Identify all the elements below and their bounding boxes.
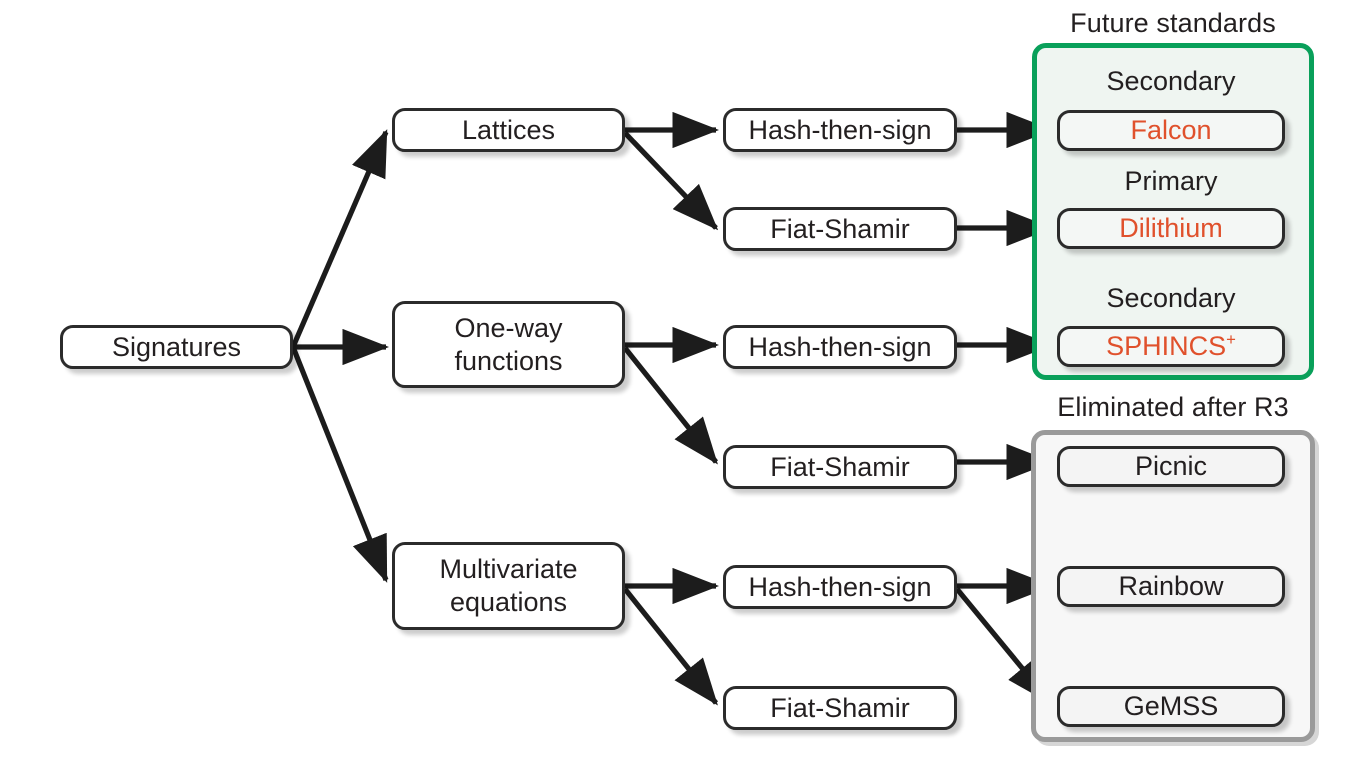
node-hash-then-sign-one-way-functions[interactable]: Hash-then-sign <box>723 325 957 369</box>
node-lattices-label: Lattices <box>461 114 556 145</box>
node-method-label: Fiat-Shamir <box>770 213 910 244</box>
node-fiat-shamir-lattices[interactable]: Fiat-Shamir <box>723 207 957 251</box>
node-dilithium-label: Dilithium <box>1119 213 1223 244</box>
node-falcon[interactable]: Falcon <box>1057 110 1285 151</box>
node-sphincs-plus-label: SPHINCS+ <box>1106 330 1236 362</box>
sublabel-dilithium-primary: Primary <box>1124 166 1218 196</box>
node-gemss-label: GeMSS <box>1123 691 1219 722</box>
node-picnic-label: Picnic <box>1134 451 1208 482</box>
diagram-canvas: Future standards Eliminated after R3 Sec… <box>0 0 1348 766</box>
node-one-way-functions[interactable]: One-way functions <box>392 301 625 388</box>
node-hash-then-sign-multivariate-equations[interactable]: Hash-then-sign <box>723 565 957 609</box>
node-signatures[interactable]: Signatures <box>60 325 293 369</box>
node-hash-then-sign-lattices[interactable]: Hash-then-sign <box>723 108 957 152</box>
node-gemss[interactable]: GeMSS <box>1057 686 1285 727</box>
node-method-label: Hash-then-sign <box>748 331 932 362</box>
node-rainbow-label: Rainbow <box>1118 571 1224 602</box>
edge-one-way-functions-to-fiat-shamir <box>622 346 719 465</box>
node-lattices[interactable]: Lattices <box>392 108 625 152</box>
node-fiat-shamir-multivariate-equations[interactable]: Fiat-Shamir <box>723 686 957 730</box>
edge-lattices-to-fiat-shamir <box>623 131 719 231</box>
node-method-label: Hash-then-sign <box>748 571 932 602</box>
node-multivariate-equations-label: Multivariate equations <box>439 554 578 617</box>
node-method-label: Fiat-Shamir <box>770 451 910 482</box>
node-picnic[interactable]: Picnic <box>1057 446 1285 487</box>
node-method-label: Fiat-Shamir <box>770 692 910 723</box>
sublabel-falcon-secondary: Secondary <box>1106 66 1236 96</box>
sphincs-superscript: + <box>1226 330 1236 350</box>
node-signatures-label: Signatures <box>111 331 242 362</box>
node-multivariate-equations[interactable]: Multivariate equations <box>392 542 625 630</box>
node-one-way-functions-label: One-way functions <box>454 312 563 376</box>
panel-future-standards-title: Future standards <box>1070 8 1276 38</box>
node-fiat-shamir-one-way-functions[interactable]: Fiat-Shamir <box>723 445 957 489</box>
node-method-label: Hash-then-sign <box>748 114 932 145</box>
node-rainbow[interactable]: Rainbow <box>1057 566 1285 607</box>
edge-signatures-to-multivariate-equations <box>290 346 389 583</box>
node-dilithium[interactable]: Dilithium <box>1057 208 1285 249</box>
sublabel-sphincs-secondary: Secondary <box>1106 283 1236 313</box>
edge-signatures-to-lattices <box>290 129 389 349</box>
edge-multivariate-equations-to-fiat-shamir <box>622 587 719 706</box>
panel-eliminated-after-r3-title: Eliminated after R3 <box>1057 392 1289 422</box>
node-sphincs-plus[interactable]: SPHINCS+ <box>1057 326 1285 367</box>
node-falcon-label: Falcon <box>1130 115 1212 146</box>
